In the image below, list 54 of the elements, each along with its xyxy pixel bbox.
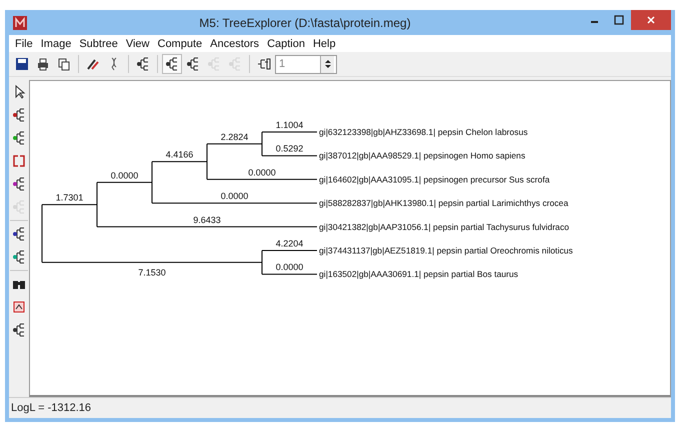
taxon-label[interactable]: gi|30421382|gb|AAP31056.1| pepsin partial Tachysurus fulvidraco	[319, 222, 570, 232]
bracket-icon	[11, 153, 27, 169]
taxon-label[interactable]: gi|632123398|gb|AHZ33698.1| pepsin Chelon labrosus	[319, 127, 528, 137]
close-icon	[646, 15, 656, 25]
branch-length-label: 4.2204	[276, 238, 304, 248]
tree-icon	[11, 226, 27, 242]
maximize-icon	[614, 15, 624, 25]
branch-length-label: 4.4166	[166, 150, 194, 160]
menu-item[interactable]: Subtree	[75, 38, 122, 50]
menu-item[interactable]: Ancestors	[206, 38, 264, 50]
taxon-label[interactable]: gi|387012|gb|AAA98529.1| pepsinogen Homo sapiens	[319, 150, 526, 161]
tree-icon	[11, 107, 27, 123]
taxon-label[interactable]: gi|164602|gb|AAA31095.1| pepsinogen precursor Sus scrofa	[319, 174, 550, 184]
tree-icon	[11, 322, 27, 338]
tree-icon	[227, 56, 243, 72]
taxon-label[interactable]: gi|588282837|gb|AHK13980.1| pepsin partial Larimichthys crocea	[319, 198, 568, 208]
menu-item[interactable]: Help	[308, 38, 340, 50]
frame-icon	[11, 299, 27, 315]
taxon-label[interactable]: gi|374431137|gb|AEZ51819.1| pepsin partial Oreochromis niloticus	[319, 246, 573, 256]
toolbar-button[interactable]	[162, 54, 182, 74]
branch-length-label: 0.0000	[276, 262, 304, 272]
branch-length-label: 0.5292	[276, 144, 304, 154]
branch-length-label: 0.0000	[110, 170, 138, 180]
branch-length-label: 0.0000	[248, 167, 276, 178]
branch-length-label: 1.7301	[56, 192, 84, 203]
tree-icon	[11, 130, 27, 146]
taxon-label[interactable]: gi|163502|gb|AAA30691.1| pepsin partial Bos taurus	[319, 269, 518, 280]
branch-length-label: 0.0000	[220, 191, 248, 202]
branch-length-label: 1.1004	[276, 120, 304, 130]
copy-icon	[56, 56, 72, 72]
printer-icon	[35, 56, 51, 72]
level-spin-field[interactable]: 1	[276, 58, 320, 70]
tree-icon	[206, 56, 222, 72]
tree-icon	[164, 56, 180, 72]
tree-icon	[11, 249, 27, 265]
menu-item[interactable]: Image	[36, 38, 76, 50]
spin-arrows-icon	[324, 58, 332, 70]
branch-length-label: 2.2824	[220, 132, 248, 142]
tree-icon	[135, 56, 151, 72]
app-icon	[13, 16, 27, 30]
spin-box[interactable]: 1	[275, 54, 337, 74]
status-text: LogL = -1312.16	[11, 402, 92, 414]
tree-icon	[11, 176, 27, 192]
tree-icon	[185, 56, 201, 72]
tree-icon	[11, 199, 27, 215]
spin-button[interactable]	[320, 56, 334, 72]
save-icon	[14, 56, 30, 72]
branch-length-label: 7.1530	[138, 267, 166, 278]
window-title: M5: TreeExplorer (D:\fasta\protein.meg)	[198, 16, 412, 30]
menu-item[interactable]: Compute	[154, 38, 206, 50]
menu-item[interactable]: View	[122, 38, 154, 50]
menu-item[interactable]: Caption	[263, 38, 309, 50]
menu-item[interactable]: File	[11, 38, 37, 50]
branch-length-label: 9.6433	[193, 214, 221, 225]
